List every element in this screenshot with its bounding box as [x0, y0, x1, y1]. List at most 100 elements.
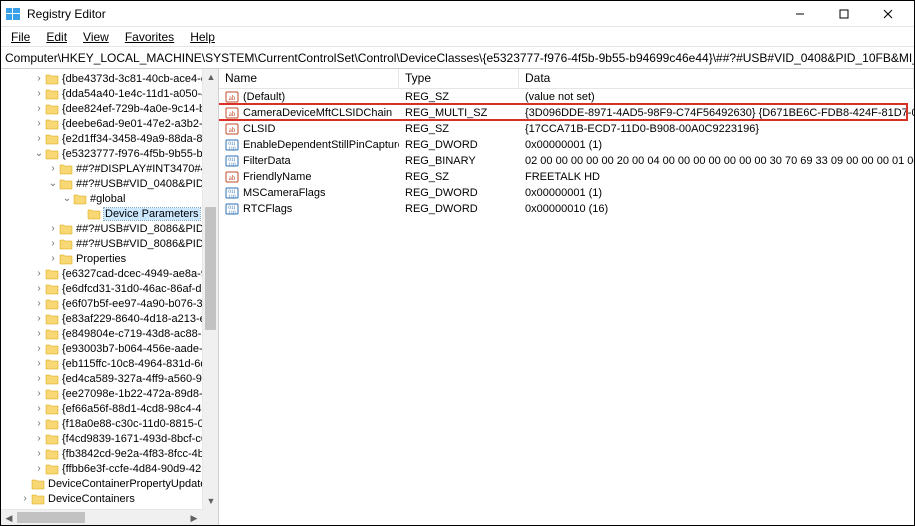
tree-item[interactable]: ›##?#USB#VID_8086&PID_0A66& [1, 221, 202, 236]
list-row[interactable]: 011110RTCFlagsREG_DWORD0x00000010 (16) [219, 201, 914, 217]
tree-item[interactable]: Device Parameters [1, 206, 202, 221]
chevron-right-icon[interactable]: › [33, 343, 45, 354]
scroll-down-icon[interactable]: ▼ [203, 493, 219, 509]
menu-file[interactable]: File [3, 28, 38, 46]
close-button[interactable] [866, 1, 910, 27]
chevron-right-icon[interactable]: › [33, 328, 45, 339]
tree-item-label: {e93003b7-b064-456e-aade-58433444 [62, 343, 202, 355]
minimize-button[interactable] [778, 1, 822, 27]
chevron-right-icon[interactable]: › [33, 433, 45, 444]
svg-text:110: 110 [228, 147, 236, 152]
tree-item[interactable]: ›{ed4ca589-327a-4ff9-a560-91da4b483 [1, 371, 202, 386]
folder-icon [45, 103, 59, 115]
chevron-right-icon[interactable]: › [33, 403, 45, 414]
list-body[interactable]: ab(Default)REG_SZ(value not set)abCamera… [219, 89, 914, 525]
folder-icon [45, 388, 59, 400]
tree-item-label: {eb115ffc-10c8-4964-831d-6dcb02e6f [62, 358, 202, 370]
scroll-left-icon[interactable]: ◀ [1, 510, 17, 525]
chevron-right-icon[interactable]: › [47, 223, 59, 234]
list-row[interactable]: 011110MSCameraFlagsREG_DWORD0x00000001 (… [219, 185, 914, 201]
tree-item[interactable]: ›{ee27098e-1b22-472a-89d8-5ccce168 [1, 386, 202, 401]
menu-help[interactable]: Help [182, 28, 223, 46]
chevron-right-icon[interactable]: › [33, 448, 45, 459]
tree-item[interactable]: ⌄ ##?#USB#VID_0408&PID_10FB& [1, 176, 202, 191]
chevron-right-icon[interactable]: › [47, 163, 59, 174]
tree-item[interactable]: ›{dbe4373d-3c81-40cb-ace4-e0e5d05f [1, 71, 202, 86]
chevron-right-icon[interactable]: › [33, 388, 45, 399]
tree-item[interactable]: ›{ef66a56f-88d1-4cd8-98c4-49faf57ad [1, 401, 202, 416]
chevron-right-icon[interactable]: › [47, 253, 59, 264]
tree-pane: ›{dbe4373d-3c81-40cb-ace4-e0e5d05f›{dda5… [1, 69, 219, 525]
tree-item[interactable]: › {e6f07b5f-ee97-4a90-b076-33f57bf4e [1, 296, 202, 311]
tree-item[interactable]: › {e6dfcd31-31d0-46ac-86af-da1eb05fc [1, 281, 202, 296]
tree-item[interactable]: ›{dee824ef-729b-4a0e-9c14-b7117d33 [1, 101, 202, 116]
list-row[interactable]: ab(Default)REG_SZ(value not set) [219, 89, 914, 105]
chevron-right-icon[interactable]: › [33, 103, 45, 114]
chevron-right-icon[interactable]: › [33, 88, 45, 99]
list-row[interactable]: 011110FilterDataREG_BINARY02 00 00 00 00… [219, 153, 914, 169]
tree-item[interactable]: ›{e849804e-c719-43d8-ac88-96b894c1 [1, 326, 202, 341]
address-bar[interactable]: Computer\HKEY_LOCAL_MACHINE\SYSTEM\Curre… [1, 47, 914, 69]
chevron-right-icon[interactable]: › [33, 358, 45, 369]
tree-item[interactable]: › {e93003b7-b064-456e-aade-58433444 [1, 341, 202, 356]
chevron-right-icon[interactable]: › [33, 118, 45, 129]
menu-edit[interactable]: Edit [38, 28, 75, 46]
svg-text:ab: ab [229, 94, 236, 102]
chevron-right-icon[interactable]: › [33, 313, 45, 324]
tree-item[interactable]: ›{deebe6ad-9e01-47e2-a3b2-a66aa2c1 [1, 116, 202, 131]
chevron-right-icon[interactable]: › [33, 283, 45, 294]
chevron-right-icon[interactable]: › [19, 493, 31, 504]
chevron-down-icon[interactable]: ⌄ [33, 148, 45, 159]
tree-item[interactable]: DeviceContainerPropertyUpdateEvents [1, 476, 202, 491]
tree-item[interactable]: ›{fb3842cd-9e2a-4f83-8fcc-4bf0761739 [1, 446, 202, 461]
col-header-type[interactable]: Type [399, 69, 519, 88]
tree-item[interactable]: ›{f18a0e88-c30c-11d0-8815-00a0c906 [1, 416, 202, 431]
tree-item[interactable]: ›##?#DISPLAY#INT3470#4&3499f [1, 161, 202, 176]
tree-scrollbar-vertical[interactable]: ▲ ▼ [202, 69, 218, 509]
tree-item[interactable]: ›{ffbb6e3f-ccfe-4d84-90d9-421418b03 [1, 461, 202, 476]
chevron-right-icon[interactable]: › [33, 418, 45, 429]
scroll-up-icon[interactable]: ▲ [203, 69, 219, 85]
tree-item-label: ##?#USB#VID_0408&PID_10FB& [76, 178, 202, 190]
scroll-right-icon[interactable]: ▶ [186, 510, 202, 525]
svg-text:ab: ab [229, 174, 236, 182]
chevron-right-icon[interactable]: › [47, 238, 59, 249]
folder-icon [59, 163, 73, 175]
tree-view[interactable]: ›{dbe4373d-3c81-40cb-ace4-e0e5d05f›{dda5… [1, 69, 202, 509]
chevron-down-icon[interactable]: ⌄ [61, 193, 73, 204]
cell-data: 0x00000001 (1) [519, 187, 914, 199]
tree-item[interactable]: ⌄ #global [1, 191, 202, 206]
list-row[interactable]: 011110EnableDependentStillPinCaptureREG_… [219, 137, 914, 153]
tree-item-label: #global [90, 193, 125, 205]
menu-view[interactable]: View [75, 28, 117, 46]
tree-item[interactable]: ›{e83af229-8640-4d18-a213-e22675eb [1, 311, 202, 326]
tree-item[interactable]: ›{dda54a40-1e4c-11d1-a050-405705c1 [1, 86, 202, 101]
tree-item[interactable]: ›DeviceContainers [1, 491, 202, 506]
tree-item[interactable]: › {eb115ffc-10c8-4964-831d-6dcb02e6f [1, 356, 202, 371]
tree-item[interactable]: ›##?#USB#VID_8086&PID_0A66& [1, 236, 202, 251]
tree-scrollbar-horizontal[interactable]: ◀ ▶ [1, 509, 202, 525]
list-row[interactable]: abFriendlyNameREG_SZFREETALK HD [219, 169, 914, 185]
cell-name: 011110RTCFlags [219, 202, 399, 216]
chevron-right-icon[interactable]: › [33, 268, 45, 279]
maximize-button[interactable] [822, 1, 866, 27]
chevron-right-icon[interactable]: › [33, 298, 45, 309]
col-header-data[interactable]: Data [519, 69, 914, 88]
tree-item-label: {e6f07b5f-ee97-4a90-b076-33f57bf4e [62, 298, 202, 310]
chevron-right-icon[interactable]: › [33, 73, 45, 84]
chevron-down-icon[interactable]: ⌄ [47, 178, 59, 189]
chevron-right-icon[interactable]: › [33, 373, 45, 384]
tree-item[interactable]: ›{f4cd9839-1671-493d-8bcf-c68693cae [1, 431, 202, 446]
tree-item[interactable]: ›{e2d1ff34-3458-49a9-88da-8e6915ce [1, 131, 202, 146]
cell-data: (value not set) [519, 91, 914, 103]
list-row[interactable]: abCLSIDREG_SZ{17CCA71B-ECD7-11D0-B908-00… [219, 121, 914, 137]
menu-favorites[interactable]: Favorites [117, 28, 182, 46]
tree-item[interactable]: ›Properties [1, 251, 202, 266]
tree-item[interactable]: ›{e6327cad-dcec-4949-ae8a-991e9768 [1, 266, 202, 281]
col-header-name[interactable]: Name [219, 69, 399, 88]
tree-item-label: {e6dfcd31-31d0-46ac-86af-da1eb05fc [62, 283, 202, 295]
chevron-right-icon[interactable]: › [33, 133, 45, 144]
tree-item[interactable]: ⌄{e5323777-f976-4f5b-9b55-b94699c4 [1, 146, 202, 161]
list-row[interactable]: abCameraDeviceMftCLSIDChainREG_MULTI_SZ{… [219, 105, 914, 121]
chevron-right-icon[interactable]: › [33, 463, 45, 474]
